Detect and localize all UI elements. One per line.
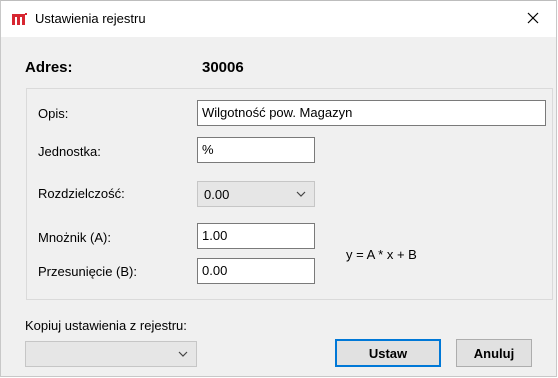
- offset-label: Przesunięcie (B):: [38, 264, 137, 279]
- title-bar: Ustawienia rejestru: [1, 1, 556, 37]
- resolution-label: Rozdzielczość:: [38, 186, 125, 201]
- close-icon: [527, 12, 539, 23]
- window-title: Ustawienia rejestru: [35, 11, 146, 26]
- multiplier-label: Mnożnik (A):: [38, 230, 111, 245]
- address-label: Adres:: [25, 59, 73, 76]
- resolution-selected-value: 0.00: [204, 187, 230, 202]
- description-label: Opis:: [38, 106, 69, 121]
- copy-settings-label: Kopiuj ustawienia z rejestru:: [25, 318, 187, 333]
- address-value: 30006: [202, 59, 244, 76]
- unit-field[interactable]: %: [197, 137, 315, 163]
- chevron-down-icon: [178, 351, 188, 357]
- resolution-select[interactable]: 0.00: [197, 181, 315, 207]
- chevron-down-icon: [296, 191, 306, 197]
- unit-label: Jednostka:: [38, 144, 101, 159]
- description-field[interactable]: Wilgotność pow. Magazyn: [197, 100, 546, 126]
- multiplier-field[interactable]: 1.00: [197, 223, 315, 249]
- register-settings-dialog: Ustawienia rejestru Adres: 30006 Opis: W…: [0, 0, 557, 377]
- formula-text: y = A * x + B: [346, 247, 417, 262]
- cancel-button[interactable]: Anuluj: [456, 339, 532, 367]
- offset-field[interactable]: 0.00: [197, 258, 315, 284]
- copy-register-select[interactable]: [25, 341, 197, 367]
- close-button[interactable]: [510, 1, 556, 34]
- program-logo-icon: [12, 13, 27, 25]
- set-button[interactable]: Ustaw: [335, 339, 441, 367]
